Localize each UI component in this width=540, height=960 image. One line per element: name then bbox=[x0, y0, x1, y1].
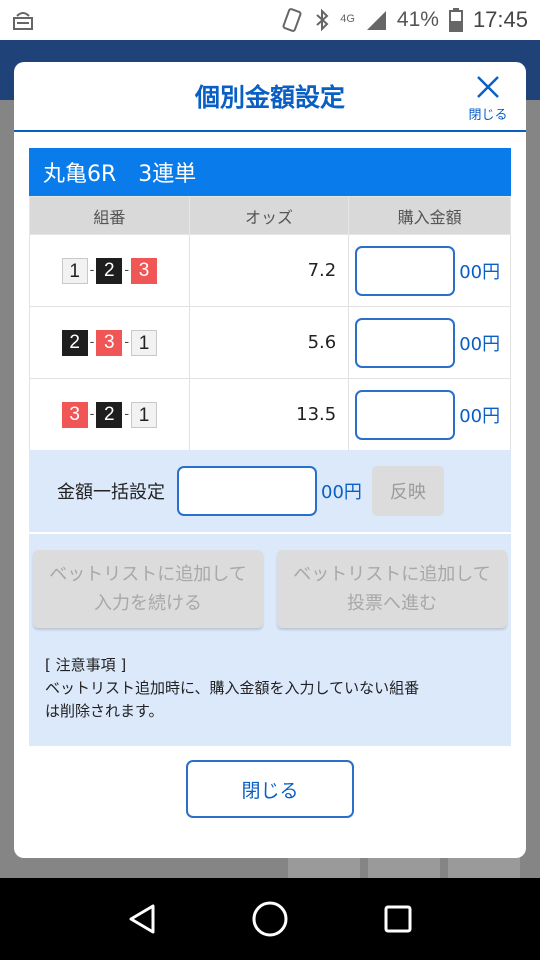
bluetooth-icon bbox=[316, 8, 329, 32]
combo-separator: - bbox=[89, 335, 95, 350]
boat-number-box: 1 bbox=[131, 329, 158, 356]
amount-input[interactable] bbox=[355, 245, 456, 296]
combo: 1-2-3 bbox=[61, 257, 158, 284]
combo-separator: - bbox=[89, 263, 95, 278]
clock: 17:45 bbox=[472, 7, 528, 32]
boat-number-box: 3 bbox=[96, 329, 123, 356]
table-row: 1-2-3 7.2 00円 bbox=[29, 234, 511, 307]
add-continue-line1: ベットリストに追加して bbox=[49, 564, 247, 585]
notes-line1: ベットリスト追加時に、購入金額を入力していない組番 bbox=[45, 679, 420, 697]
combo-cell: 2-3-1 bbox=[29, 306, 190, 379]
table-header-row: 組番 オッズ 購入金額 bbox=[29, 196, 511, 235]
race-title-bar: 丸亀6R 3連単 bbox=[29, 148, 511, 196]
battery-icon bbox=[448, 8, 463, 32]
odds-table: 組番 オッズ 購入金額 1-2-3 7.2 00円 2-3-1 5.6 00円 3-2-1 1… bbox=[29, 196, 511, 451]
reflect-button[interactable]: 反映 bbox=[371, 466, 444, 516]
bulk-setting-row: 金額一括設定 00円 反映 bbox=[29, 450, 511, 534]
amount-settings-dialog: 個別金額設定 閉じる 丸亀6R 3連単 組番 オッズ 購入金額 1-2-3 7.2… bbox=[14, 62, 526, 858]
table-row: 3-2-1 13.5 00円 bbox=[29, 378, 511, 451]
add-vote-line1: ベットリストに追加して bbox=[293, 564, 491, 585]
dialog-title: 個別金額設定 bbox=[194, 83, 345, 112]
combo-separator: - bbox=[124, 263, 130, 278]
combo-cell: 1-2-3 bbox=[29, 234, 190, 307]
signal-icon bbox=[366, 11, 386, 30]
bulk-unit: 00円 bbox=[321, 482, 362, 503]
close-x-label: 閉じる bbox=[468, 108, 508, 123]
amount-unit: 00円 bbox=[459, 333, 501, 355]
amount-input[interactable] bbox=[355, 389, 456, 440]
boat-number-box: 2 bbox=[96, 401, 123, 428]
bulk-amount-input[interactable] bbox=[177, 466, 317, 516]
odds-cell: 5.6 bbox=[188, 306, 350, 379]
combo-separator: - bbox=[89, 407, 95, 422]
bulk-panel: 金額一括設定 00円 反映 ベットリストに追加して 入力を続ける ベットリストに… bbox=[29, 450, 511, 746]
amount-unit: 00円 bbox=[459, 405, 501, 427]
notes-line2: は削除されます。 bbox=[45, 702, 164, 720]
header-odds: オッズ bbox=[188, 196, 350, 235]
header-combo: 組番 bbox=[29, 196, 190, 235]
boat-number-box: 3 bbox=[131, 257, 158, 284]
close-button[interactable]: 閉じる bbox=[186, 760, 354, 818]
status-bar: 4G 41% 17:45 bbox=[0, 0, 540, 40]
add-continue-line2: 入力を続ける bbox=[94, 593, 202, 614]
app-notification-icon bbox=[13, 12, 33, 30]
boat-number-box: 3 bbox=[61, 401, 88, 428]
bulk-label: 金額一括設定 bbox=[57, 482, 165, 503]
combo-separator: - bbox=[124, 407, 130, 422]
close-x-button[interactable]: 閉じる bbox=[466, 74, 510, 123]
race-label: 丸亀6R 3連単 bbox=[43, 162, 197, 187]
add-continue-button[interactable]: ベットリストに追加して 入力を続ける bbox=[33, 550, 263, 628]
amount-cell: 00円 bbox=[348, 378, 511, 451]
nfc-icon bbox=[282, 8, 302, 32]
odds-cell: 13.5 bbox=[188, 378, 350, 451]
dialog-header: 個別金額設定 閉じる bbox=[14, 62, 526, 132]
system-nav-bar bbox=[0, 878, 540, 960]
boat-number-box: 1 bbox=[131, 401, 158, 428]
combo: 3-2-1 bbox=[61, 401, 158, 428]
header-amount: 購入金額 bbox=[348, 196, 511, 235]
close-icon bbox=[477, 76, 499, 98]
recents-icon[interactable] bbox=[383, 904, 413, 934]
amount-input[interactable] bbox=[355, 317, 456, 368]
add-vote-button[interactable]: ベットリストに追加して 投票へ進む bbox=[277, 550, 507, 628]
amount-cell: 00円 bbox=[348, 234, 511, 307]
notes-heading: [ 注意事項 ] bbox=[45, 656, 127, 674]
back-icon[interactable] bbox=[127, 903, 157, 935]
add-vote-line2: 投票へ進む bbox=[347, 593, 437, 614]
amount-unit: 00円 bbox=[459, 261, 501, 283]
combo-separator: - bbox=[124, 335, 130, 350]
combo: 2-3-1 bbox=[61, 329, 158, 356]
odds-cell: 7.2 bbox=[188, 234, 350, 307]
boat-number-box: 2 bbox=[61, 329, 88, 356]
boat-number-box: 1 bbox=[61, 257, 88, 284]
notes: [ 注意事項 ] ベットリスト追加時に、購入金額を入力していない組番 は削除され… bbox=[45, 654, 495, 723]
home-icon[interactable] bbox=[251, 900, 289, 938]
combo-cell: 3-2-1 bbox=[29, 378, 190, 451]
battery-percent: 41% bbox=[396, 8, 439, 31]
table-row: 2-3-1 5.6 00円 bbox=[29, 306, 511, 379]
network-type: 4G bbox=[340, 13, 355, 25]
boat-number-box: 2 bbox=[96, 257, 123, 284]
amount-cell: 00円 bbox=[348, 306, 511, 379]
